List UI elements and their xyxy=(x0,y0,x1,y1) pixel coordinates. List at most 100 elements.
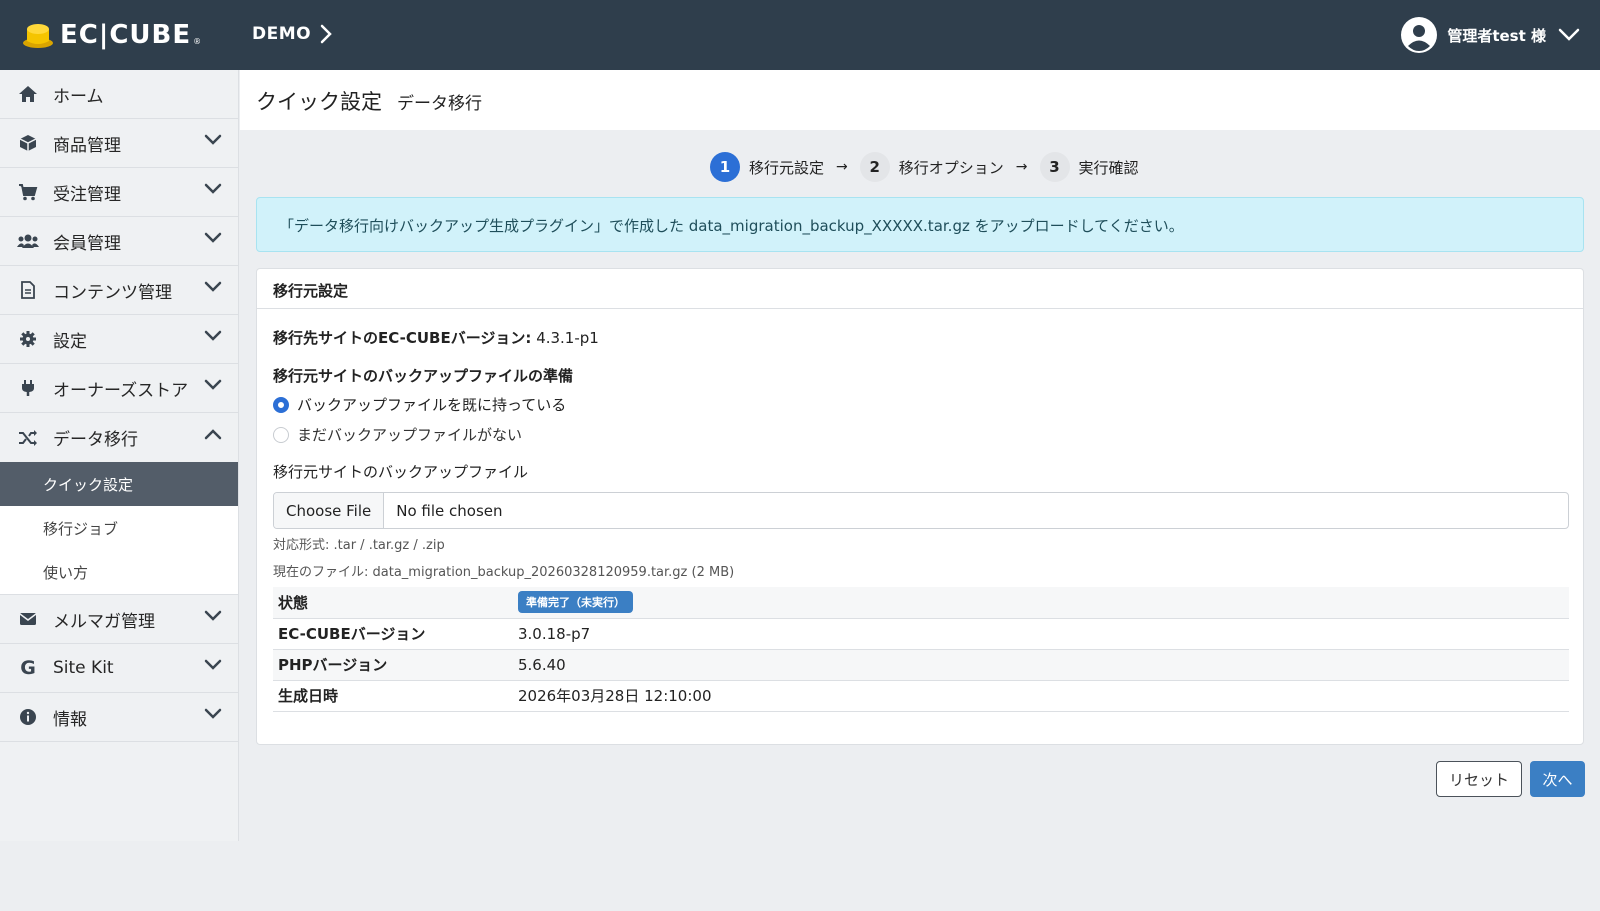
sidebar-item-label: 商品管理 xyxy=(53,135,121,156)
table-row: EC-CUBEバージョン 3.0.18-p7 xyxy=(273,618,1569,650)
sidebar-item-members[interactable]: 会員管理 xyxy=(0,217,238,266)
reset-button[interactable]: リセット xyxy=(1436,761,1522,797)
step-arrow-icon: → xyxy=(836,159,848,175)
table-key: 生成日時 xyxy=(273,680,513,712)
sidebar-item-home[interactable]: ホーム xyxy=(0,70,238,119)
shuffle-icon xyxy=(17,427,39,449)
chevron-down-icon xyxy=(204,659,222,670)
cart-icon xyxy=(17,181,39,203)
backup-file-input[interactable]: Choose File No file chosen xyxy=(273,492,1569,529)
file-status-text: No file chosen xyxy=(396,501,503,520)
page-subtitle: データ移行 xyxy=(397,94,482,114)
table-key: 状態 xyxy=(273,587,513,619)
chevron-down-icon xyxy=(204,379,222,390)
choose-file-button[interactable]: Choose File xyxy=(274,493,385,528)
table-key: EC-CUBEバージョン xyxy=(273,618,513,650)
users-icon xyxy=(17,230,39,252)
subnav-item-how-to[interactable]: 使い方 xyxy=(0,550,238,594)
backup-info-table: 状態 準備完了（未実行） EC-CUBEバージョン 3.0.18-p7 PHPバ… xyxy=(273,587,1569,712)
sidebar-item-label: メルマガ管理 xyxy=(53,611,155,632)
chevron-down-icon xyxy=(204,281,222,292)
mail-icon xyxy=(17,608,39,630)
info-alert: 「データ移行向けバックアップ生成プラグイン」で作成した data_migrati… xyxy=(256,197,1584,252)
radio-label: バックアップファイルを既に持っている xyxy=(297,396,567,414)
table-value: 5.6.40 xyxy=(513,649,1569,681)
step-2-label: 移行オプション xyxy=(898,158,1004,177)
plug-icon xyxy=(17,377,39,399)
chevron-down-icon xyxy=(204,183,222,194)
sidebar-item-label: 会員管理 xyxy=(53,233,121,254)
chevron-down-icon xyxy=(204,610,222,621)
subnav-item-quick-settings[interactable]: クイック設定 xyxy=(0,462,238,506)
step-2-number: 2 xyxy=(859,152,890,182)
logo-registered-mark: ® xyxy=(193,36,202,46)
backup-file-label: 移行元サイトのバックアップファイル xyxy=(273,463,529,481)
table-row: 状態 準備完了（未実行） xyxy=(273,587,1569,619)
target-version-value: 4.3.1-p1 xyxy=(536,329,599,347)
sidebar-item-site-kit[interactable]: G Site Kit xyxy=(0,644,238,693)
page-header: クイック設定 データ移行 xyxy=(240,70,1600,130)
chevron-down-icon[interactable] xyxy=(1558,28,1580,42)
radio-no-backup[interactable]: まだバックアップファイルがない xyxy=(273,424,522,445)
radio-label: まだバックアップファイルがない xyxy=(297,426,523,444)
user-avatar-icon xyxy=(1401,17,1438,53)
chevron-right-icon[interactable] xyxy=(320,24,332,44)
step-3-number: 3 xyxy=(1039,152,1070,182)
user-name: 管理者test 様 xyxy=(1447,26,1546,45)
radio-button-checked[interactable] xyxy=(273,396,289,413)
table-value: 2026年03月28日 12:10:00 xyxy=(513,680,1569,712)
data-migration-subnav: クイック設定 移行ジョブ 使い方 xyxy=(0,462,238,595)
sidebar-item-contents[interactable]: コンテンツ管理 xyxy=(0,266,238,315)
file-icon xyxy=(17,279,39,301)
google-icon: G xyxy=(20,657,36,679)
user-menu[interactable]: 管理者test 様 xyxy=(1401,17,1580,53)
target-version-line: 移行先サイトのEC-CUBEバージョン: 4.3.1-p1 xyxy=(273,327,599,348)
sidebar-item-label: Site Kit xyxy=(53,658,114,678)
page-title: クイック設定 xyxy=(256,90,382,114)
step-1-number: 1 xyxy=(710,152,740,182)
table-row: 生成日時 2026年03月28日 12:10:00 xyxy=(273,680,1569,712)
box-icon xyxy=(17,132,39,154)
sidebar-item-label: 受注管理 xyxy=(53,184,121,205)
card-title: 移行元設定 xyxy=(257,269,1583,309)
shop-name-link[interactable]: DEMO xyxy=(252,24,311,44)
sidebar-item-label: コンテンツ管理 xyxy=(53,282,172,303)
backup-prep-label: 移行元サイトのバックアップファイルの準備 xyxy=(273,367,574,385)
chevron-down-icon xyxy=(204,134,222,145)
sidebar-item-mail-magazine[interactable]: メルマガ管理 xyxy=(0,595,238,644)
sidebar-item-label: 設定 xyxy=(53,331,87,352)
radio-button-unchecked[interactable] xyxy=(273,426,289,443)
target-version-label: 移行先サイトのEC-CUBEバージョン: xyxy=(273,329,532,347)
source-settings-card: 移行元設定 移行先サイトのEC-CUBEバージョン: 4.3.1-p1 移行元サ… xyxy=(256,268,1584,745)
ec-cube-logo[interactable]: EC|CUBE ® xyxy=(22,20,201,50)
next-button[interactable]: 次へ xyxy=(1530,761,1585,797)
chevron-down-icon xyxy=(204,330,222,341)
home-icon xyxy=(17,83,39,105)
sidebar-item-label: オーナーズストア xyxy=(53,380,189,401)
subnav-item-migration-jobs[interactable]: 移行ジョブ xyxy=(0,506,238,550)
step-1-label: 移行元設定 xyxy=(749,158,825,177)
sidebar-item-orders[interactable]: 受注管理 xyxy=(0,168,238,217)
wizard-stepper: 1 移行元設定 → 2 移行オプション → 3 実行確認 xyxy=(710,152,1139,182)
radio-have-backup[interactable]: バックアップファイルを既に持っている xyxy=(273,394,566,415)
status-badge: 準備完了（未実行） xyxy=(518,591,633,614)
sidebar-item-data-migration[interactable]: データ移行 xyxy=(0,413,238,462)
sidebar-item-settings[interactable]: 設定 xyxy=(0,315,238,364)
chevron-up-icon xyxy=(204,429,222,440)
table-value: 3.0.18-p7 xyxy=(513,618,1569,650)
sidebar-item-label: データ移行 xyxy=(53,430,138,450)
formats-hint: 対応形式: .tar / .tar.gz / .zip xyxy=(273,538,445,553)
sidebar-item-owners-store[interactable]: オーナーズストア xyxy=(0,364,238,413)
step-arrow-icon: → xyxy=(1015,159,1028,175)
table-key: PHPバージョン xyxy=(273,649,513,681)
info-icon xyxy=(17,706,39,728)
sidebar-item-label: 情報 xyxy=(53,709,87,730)
sidebar-item-info[interactable]: 情報 xyxy=(0,693,238,742)
gear-icon xyxy=(17,328,39,350)
sidebar: ホーム 商品管理 受注管理 会員管理 コンテンツ管理 設定 オーナーズストア デ… xyxy=(0,70,239,841)
logo-text: EC|CUBE xyxy=(60,20,192,50)
chevron-down-icon xyxy=(204,232,222,243)
sidebar-item-label: ホーム xyxy=(53,86,104,107)
table-value: 準備完了（未実行） xyxy=(513,587,1569,619)
sidebar-item-products[interactable]: 商品管理 xyxy=(0,119,238,168)
